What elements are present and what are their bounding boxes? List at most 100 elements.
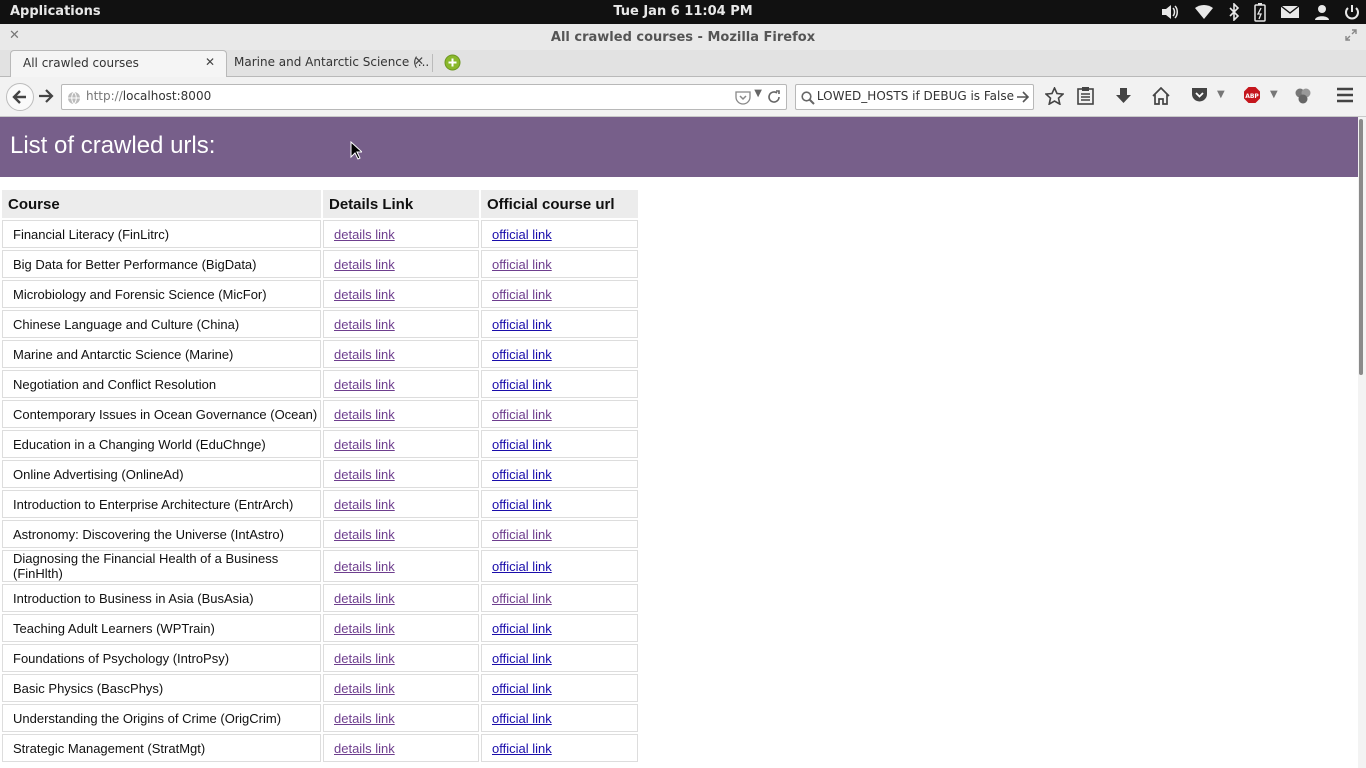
details-link[interactable]: details link — [334, 317, 395, 332]
table-header-row: Course Details Link Official course url — [2, 190, 638, 218]
table-row: Foundations of Psychology (IntroPsy) deta… — [2, 644, 638, 672]
downloads-icon[interactable] — [1115, 87, 1132, 109]
extension-icon[interactable] — [1294, 87, 1312, 109]
table-row: Introduction to Business in Asia (BusAsi… — [2, 584, 638, 612]
search-icon[interactable] — [801, 90, 815, 109]
official-link[interactable]: official link — [492, 559, 552, 574]
details-link[interactable]: details link — [334, 681, 395, 696]
hamburger-menu-icon[interactable] — [1336, 87, 1354, 107]
bookmark-star-icon[interactable] — [1044, 86, 1065, 109]
bookmarks-menu-icon[interactable] — [1077, 87, 1094, 109]
course-name-cell: Introduction to Business in Asia (BusAsi… — [2, 584, 321, 612]
url-text[interactable]: http://localhost:8000 — [86, 89, 211, 103]
details-link[interactable]: details link — [334, 527, 395, 542]
official-cell: official link — [481, 340, 638, 368]
details-cell: details link — [323, 400, 479, 428]
official-link[interactable]: official link — [492, 347, 552, 362]
window-restore-icon[interactable] — [1345, 29, 1357, 45]
reload-icon[interactable] — [767, 89, 781, 108]
details-link[interactable]: details link — [334, 287, 395, 302]
search-bar[interactable]: ettings.ALLOWED_HOSTS if DEBUG is False — [795, 84, 1034, 110]
official-link[interactable]: official link — [492, 711, 552, 726]
user-icon[interactable] — [1314, 4, 1330, 20]
pocket-reader-icon[interactable] — [735, 90, 751, 109]
tab-close-icon[interactable]: ✕ — [205, 55, 215, 69]
volume-icon[interactable] — [1160, 3, 1180, 21]
official-link[interactable]: official link — [492, 257, 552, 272]
tab-close-icon[interactable]: ✕ — [414, 54, 424, 68]
details-link[interactable]: details link — [334, 257, 395, 272]
official-link[interactable]: official link — [492, 317, 552, 332]
pocket-icon[interactable] — [1191, 87, 1208, 107]
official-link[interactable]: official link — [492, 437, 552, 452]
official-link[interactable]: official link — [492, 407, 552, 422]
search-input[interactable]: ettings.ALLOWED_HOSTS if DEBUG is False — [818, 89, 1014, 103]
details-link[interactable]: details link — [334, 621, 395, 636]
table-row: Online Advertising (OnlineAd) details lin… — [2, 460, 638, 488]
course-name-cell: Negotiation and Conflict Resolution — [2, 370, 321, 398]
adblock-dropdown-icon[interactable]: ▼ — [1270, 89, 1278, 100]
column-header-official: Official course url — [481, 190, 638, 218]
mail-icon[interactable] — [1280, 5, 1300, 19]
globe-icon[interactable] — [67, 90, 81, 109]
details-link[interactable]: details link — [334, 711, 395, 726]
details-link[interactable]: details link — [334, 467, 395, 482]
details-cell: details link — [323, 550, 479, 582]
search-go-icon[interactable] — [1016, 89, 1030, 108]
tab-all-crawled-courses[interactable]: All crawled courses ✕ — [10, 50, 227, 77]
details-link[interactable]: details link — [334, 559, 395, 574]
forward-button[interactable] — [37, 87, 55, 109]
scrollbar-thumb[interactable] — [1359, 119, 1363, 375]
details-link[interactable]: details link — [334, 741, 395, 756]
tab-marine-antarctic[interactable]: Marine and Antarctic Science (... ✕ — [226, 50, 433, 76]
page-title: List of crawled urls: — [10, 132, 216, 159]
details-cell: details link — [323, 340, 479, 368]
tab-label: Marine and Antarctic Science (... — [234, 55, 430, 69]
home-icon[interactable] — [1152, 86, 1170, 109]
system-top-bar: Applications Tue Jan 6 11:04 PM — [0, 0, 1366, 24]
details-link[interactable]: details link — [334, 437, 395, 452]
wifi-icon[interactable] — [1194, 3, 1214, 21]
table-row: Strategic Management (StratMgt) details l… — [2, 734, 638, 762]
official-cell: official link — [481, 400, 638, 428]
bluetooth-icon[interactable] — [1228, 3, 1240, 21]
official-link[interactable]: official link — [492, 227, 552, 242]
official-link[interactable]: official link — [492, 467, 552, 482]
official-link[interactable]: official link — [492, 377, 552, 392]
details-link[interactable]: details link — [334, 227, 395, 242]
details-cell: details link — [323, 520, 479, 548]
course-name-cell: Understanding the Origins of Crime (Orig… — [2, 704, 321, 732]
details-link[interactable]: details link — [334, 651, 395, 666]
back-button[interactable] — [6, 83, 34, 111]
official-link[interactable]: official link — [492, 591, 552, 606]
details-cell: details link — [323, 734, 479, 762]
page-scrollbar[interactable] — [1358, 117, 1366, 768]
applications-menu[interactable]: Applications — [10, 4, 101, 19]
details-link[interactable]: details link — [334, 377, 395, 392]
official-link[interactable]: official link — [492, 527, 552, 542]
official-cell: official link — [481, 220, 638, 248]
details-link[interactable]: details link — [334, 407, 395, 422]
course-name-cell: Online Advertising (OnlineAd) — [2, 460, 321, 488]
course-name-cell: Chinese Language and Culture (China) — [2, 310, 321, 338]
power-icon[interactable] — [1344, 4, 1360, 20]
official-link[interactable]: official link — [492, 621, 552, 636]
course-name-cell: Strategic Management (StratMgt) — [2, 734, 321, 762]
official-link[interactable]: official link — [492, 741, 552, 756]
official-link[interactable]: official link — [492, 651, 552, 666]
official-link[interactable]: official link — [492, 681, 552, 696]
details-cell: details link — [323, 614, 479, 642]
history-dropdown-icon[interactable]: ▼ — [754, 88, 762, 99]
details-link[interactable]: details link — [334, 497, 395, 512]
pocket-dropdown-icon[interactable]: ▼ — [1217, 89, 1225, 100]
adblock-icon[interactable]: ABP — [1243, 86, 1261, 108]
official-cell: official link — [481, 430, 638, 458]
new-tab-icon[interactable] — [444, 54, 461, 75]
official-link[interactable]: official link — [492, 497, 552, 512]
table-row: Basic Physics (BascPhys) details link offi… — [2, 674, 638, 702]
details-link[interactable]: details link — [334, 591, 395, 606]
details-link[interactable]: details link — [334, 347, 395, 362]
official-link[interactable]: official link — [492, 287, 552, 302]
url-bar[interactable]: http://localhost:8000 ▼ — [61, 84, 787, 110]
battery-icon[interactable] — [1254, 2, 1266, 22]
